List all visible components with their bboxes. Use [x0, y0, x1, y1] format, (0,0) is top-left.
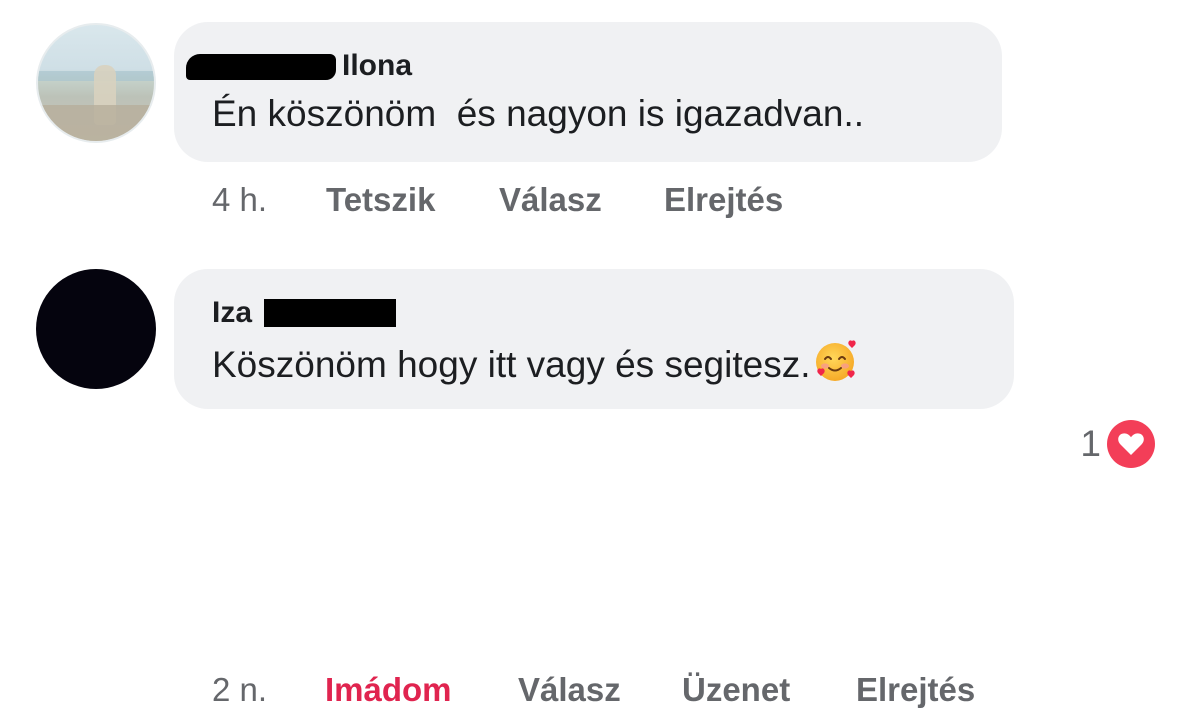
- comment-author[interactable]: Ilona: [186, 48, 966, 84]
- comment-bubble[interactable]: Ilona Én köszönöm és nagyon is igazadvan…: [174, 22, 1002, 162]
- hide-button[interactable]: Elrejtés: [856, 670, 975, 710]
- author-name[interactable]: Iza: [212, 296, 252, 329]
- reaction-summary[interactable]: 1: [1080, 420, 1155, 468]
- heart-icon: [1107, 420, 1155, 468]
- avatar-rocks: [38, 105, 154, 141]
- comment-timestamp[interactable]: 2 n.: [212, 670, 267, 710]
- comment-bubble[interactable]: Iza Köszönöm hogy itt vagy és segitesz.: [174, 269, 1014, 409]
- love-reaction-button[interactable]: Imádom: [325, 670, 452, 710]
- avatar[interactable]: [36, 269, 156, 389]
- redacted-name: [264, 299, 396, 327]
- avatar[interactable]: [36, 23, 156, 143]
- message-button[interactable]: Üzenet: [682, 670, 790, 710]
- hide-button[interactable]: Elrejtés: [664, 180, 783, 220]
- redacted-name: [186, 54, 336, 80]
- comment-text-body: Köszönöm hogy itt vagy és segitesz.: [212, 344, 811, 385]
- comment-text: Köszönöm hogy itt vagy és segitesz.: [212, 339, 978, 387]
- reply-button[interactable]: Válasz: [499, 180, 602, 220]
- author-name[interactable]: Ilona: [342, 49, 412, 82]
- comment-timestamp[interactable]: 4 h.: [212, 180, 267, 220]
- comment-author[interactable]: Iza: [212, 295, 978, 331]
- heart-glyph-icon: [1118, 433, 1144, 455]
- reply-button[interactable]: Válasz: [518, 670, 621, 710]
- like-button[interactable]: Tetszik: [326, 180, 435, 220]
- smiling-face-with-hearts-icon: [816, 340, 857, 381]
- reaction-count: 1: [1080, 423, 1101, 464]
- comment-text: Én köszönöm és nagyon is igazadvan..: [212, 93, 864, 134]
